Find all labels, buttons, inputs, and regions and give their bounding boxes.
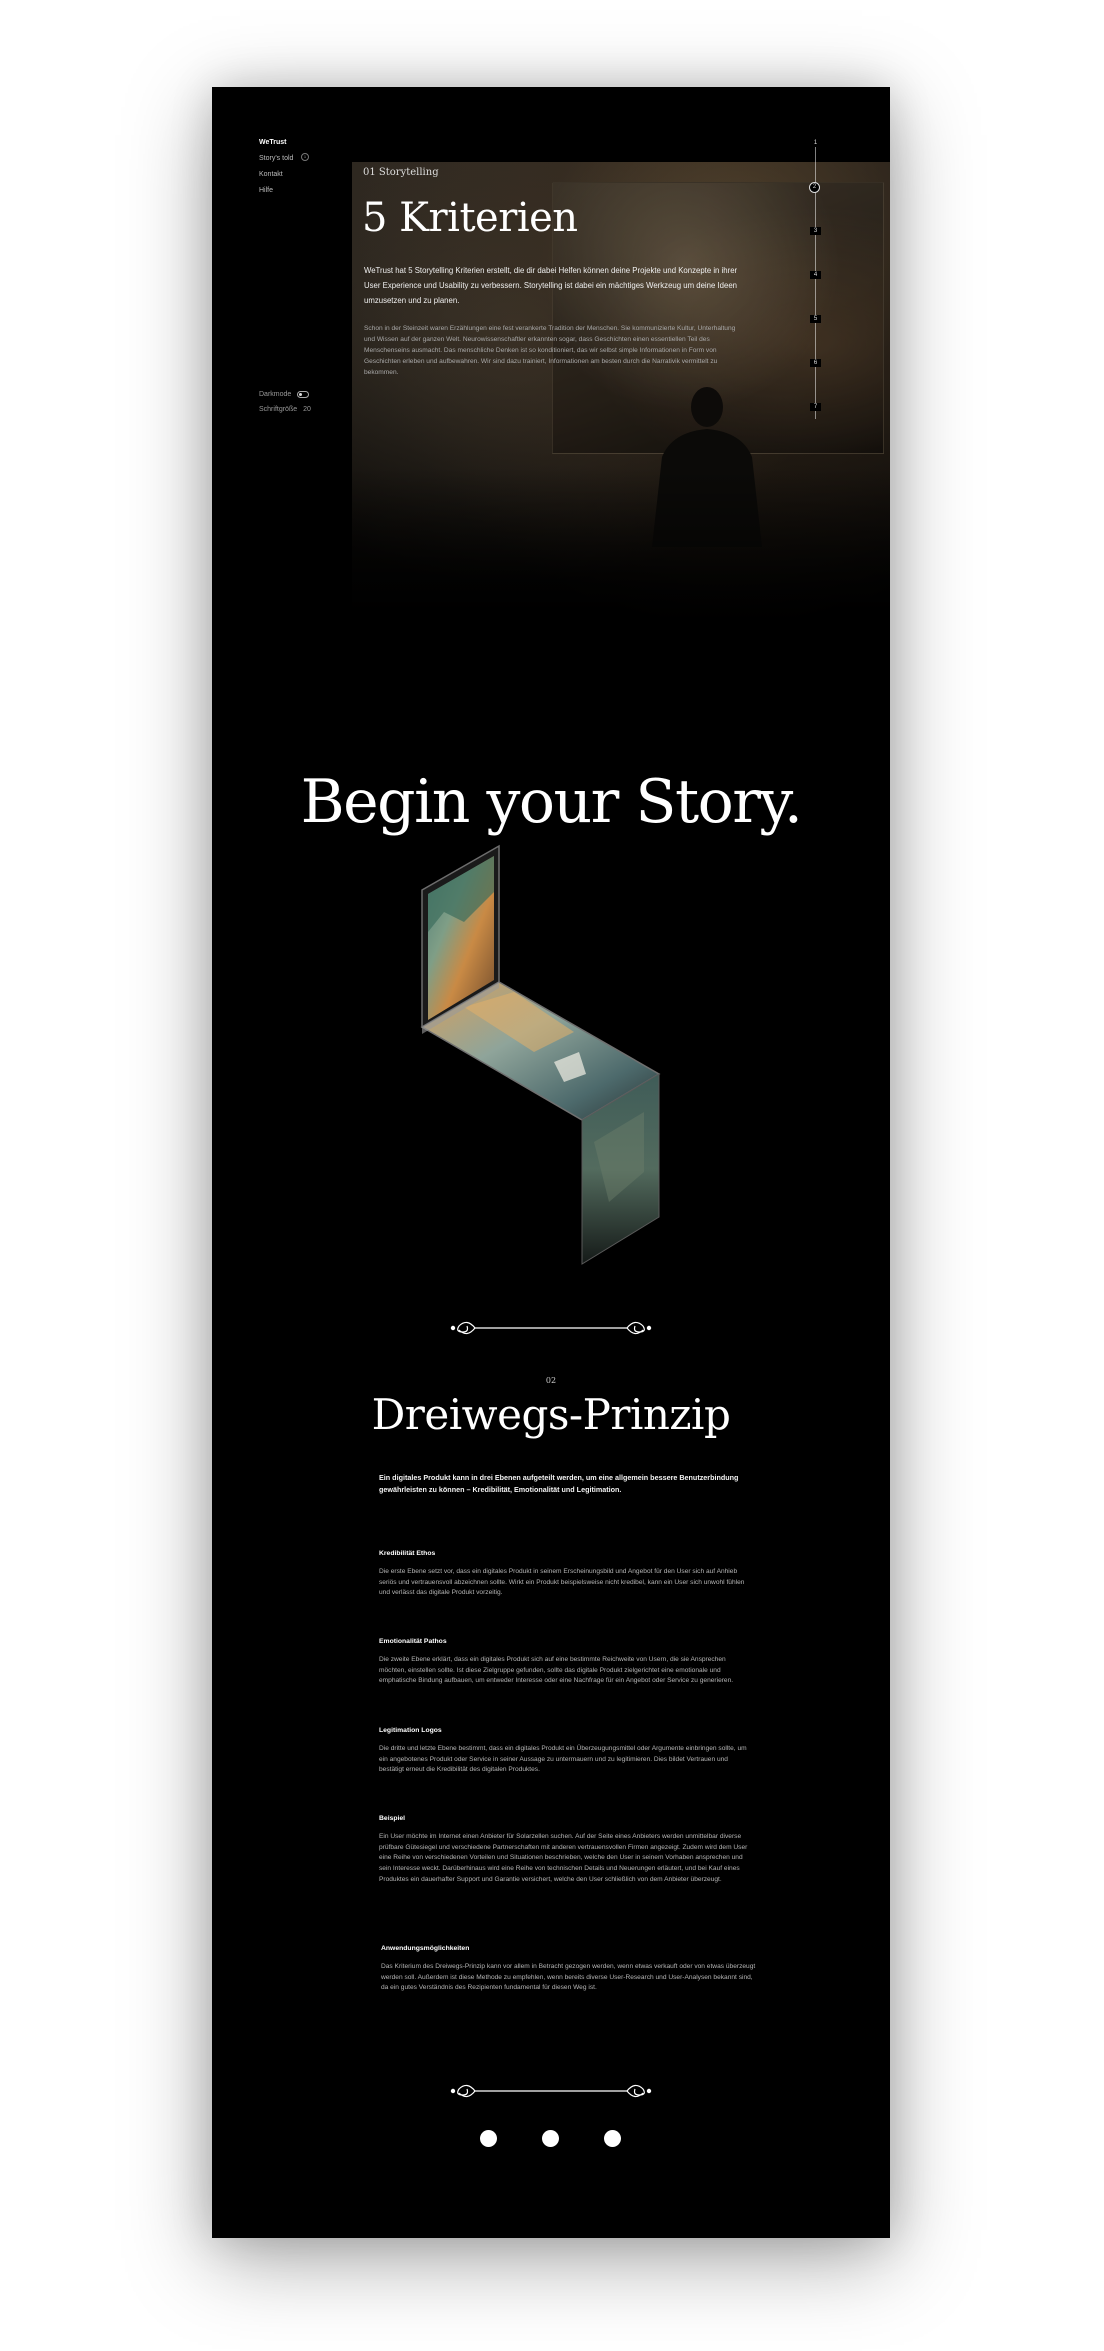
ornament-divider xyxy=(450,1321,652,1335)
progress-step-1[interactable]: 1 xyxy=(810,139,821,147)
progress-step-4[interactable]: 4 xyxy=(810,271,821,279)
progress-step-6[interactable]: 6 xyxy=(810,359,821,367)
pagination-dot-3[interactable] xyxy=(604,2130,621,2147)
progress-step-3[interactable]: 3 xyxy=(810,227,821,235)
section-number: 02 xyxy=(545,1376,557,1385)
block-heading: Kredibilität Ethos xyxy=(379,1550,436,1557)
sidebar-settings: Darkmode Schriftgröße 20 xyxy=(259,387,311,417)
font-size-value[interactable]: 20 xyxy=(303,406,311,413)
block-heading: Emotionalität Pathos xyxy=(379,1638,447,1645)
darkmode-row: Darkmode xyxy=(259,387,311,402)
block-text: Das Kriterium des Dreiwegs-Prinzip kann … xyxy=(381,1963,756,1992)
pagination-dot-2[interactable] xyxy=(542,2130,559,2147)
sidebar-item-label: Hilfe xyxy=(259,187,274,194)
block-heading: Legitimation Logos xyxy=(379,1727,442,1734)
hero-lead-text: WeTrust hat 5 Storytelling Kriterien ers… xyxy=(364,266,738,305)
pagination-dots xyxy=(212,2130,890,2150)
sidebar-nav: WeTrust Story's told 1 Kontakt Hilfe xyxy=(259,135,309,199)
progress-step-5[interactable]: 5 xyxy=(810,315,821,323)
darkmode-label: Darkmode xyxy=(259,391,292,398)
page-frame: WeTrust Story's told 1 Kontakt Hilfe Dar… xyxy=(212,87,890,2238)
content-block-example: Beispiel Ein User möchte im Internet ein… xyxy=(379,1815,754,1886)
hero-fade xyxy=(212,467,890,647)
progress-step-2[interactable]: 2 xyxy=(809,182,820,193)
ornament-divider xyxy=(450,2084,652,2098)
section-kicker: 01 Storytelling xyxy=(363,167,439,178)
block-text: Ein User möchte im Internet einen Anbiet… xyxy=(379,1833,748,1883)
pagination-dot-1[interactable] xyxy=(480,2130,497,2147)
block-heading: Anwendungsmöglichkeiten xyxy=(381,1945,470,1952)
font-size-label: Schriftgröße xyxy=(259,406,298,413)
sidebar-item-stories[interactable]: Story's told 1 xyxy=(259,151,309,167)
progress-step-7[interactable]: 7 xyxy=(810,403,821,411)
sidebar-item-hilfe[interactable]: Hilfe xyxy=(259,183,293,199)
content-block-usage: Anwendungsmöglichkeiten Das Kriterium de… xyxy=(381,1945,756,1994)
section-intro: Ein digitales Produkt kann in drei Ebene… xyxy=(379,1473,739,1494)
font-size-row: Schriftgröße 20 xyxy=(259,402,311,417)
block-text: Die zweite Ebene erklärt, dass ein digit… xyxy=(379,1656,734,1685)
content-block-logos: Legitimation Logos Die dritte und letzte… xyxy=(379,1727,754,1776)
section-title: Dreiwegs-Prinzip xyxy=(371,1390,731,1439)
sidebar-item-label: Kontakt xyxy=(259,171,283,178)
content-block-ethos: Kredibilität Ethos Die erste Ebene setzt… xyxy=(379,1550,754,1599)
sidebar-item-kontakt[interactable]: Kontakt xyxy=(259,167,293,183)
block-text: Die dritte und letzte Ebene bestimmt, da… xyxy=(379,1745,747,1774)
block-heading: Beispiel xyxy=(379,1815,406,1822)
notification-badge: 1 xyxy=(301,153,309,161)
darkmode-toggle[interactable] xyxy=(297,390,310,398)
brand-logo[interactable]: WeTrust xyxy=(259,135,293,151)
folded-laptop-artwork-image xyxy=(420,844,661,1265)
content-block-pathos: Emotionalität Pathos Die zweite Ebene er… xyxy=(379,1638,754,1687)
sidebar-item-label: Story's told xyxy=(259,155,294,162)
hero-body-text: Schon in der Steinzeit waren Erzählungen… xyxy=(364,325,736,376)
block-text: Die erste Ebene setzt vor, dass ein digi… xyxy=(379,1568,745,1597)
page-title: 5 Kriterien xyxy=(362,195,578,241)
